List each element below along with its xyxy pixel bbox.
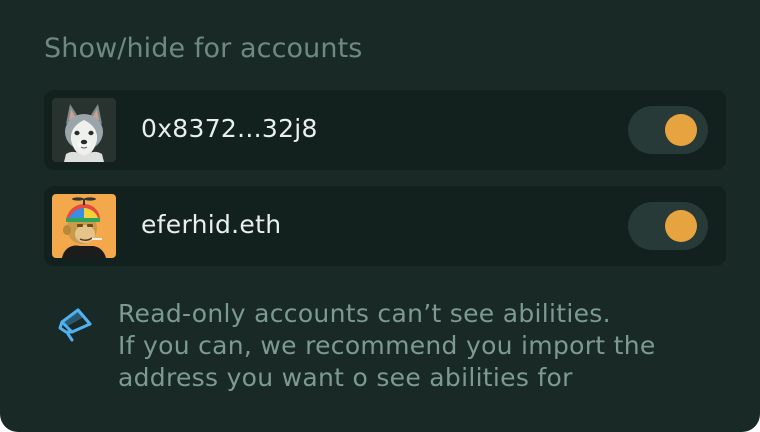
husky-dog-avatar [52,98,116,162]
accounts-visibility-panel: Show/hide for accounts 0x8372...32j8 efe… [0,0,760,432]
toggle-knob [665,210,697,242]
section-title: Show/hide for accounts [44,33,363,64]
account-visibility-toggle[interactable] [628,106,708,154]
toggle-knob [665,114,697,146]
account-row: 0x8372...32j8 [44,90,726,170]
notice-line: Read-only accounts can’t see abilities. [118,299,611,328]
account-visibility-toggle[interactable] [628,202,708,250]
notice-line: address you want o see abilities for [118,363,573,392]
account-ens-name: eferhid.eth [141,210,282,239]
bored-ape-avatar [52,194,116,258]
notice-line: If you can, we recommend you import the [118,331,656,360]
account-row: eferhid.eth [44,186,726,266]
account-address: 0x8372...32j8 [141,114,318,143]
read-only-notice: Read-only accounts can’t see abilities. … [118,298,738,394]
megaphone-icon [56,298,96,342]
